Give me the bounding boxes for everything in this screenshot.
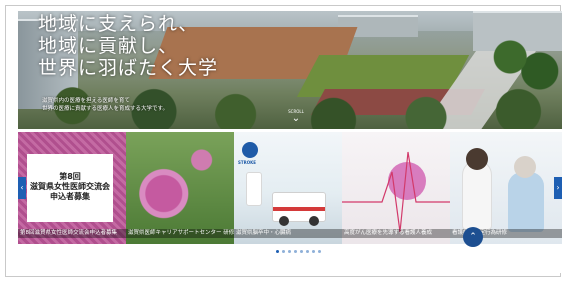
chevron-down-icon: ⌄ <box>291 113 301 124</box>
carousel-slide[interactable]: 第8回 滋賀県女性医師交流会 申込者募集 第8回滋賀県女性医師交流会申込者募集 <box>18 132 126 244</box>
pagination-dot[interactable] <box>312 250 315 253</box>
headline-line-2: 地域に貢献し、 <box>38 35 179 57</box>
headline-line-1: 地域に支えられ、 <box>38 13 199 35</box>
browser-frame: 地域に支えられ、 地域に貢献し、 世界に羽ばたく大学 滋賀県内の医療を担える医師… <box>5 5 562 277</box>
card-line: 申込者募集 <box>50 192 90 201</box>
person-image <box>508 172 544 232</box>
carousel-next-button[interactable]: › <box>554 177 562 199</box>
back-to-top-button[interactable]: ⌃ <box>463 227 483 247</box>
stroke-logo-icon <box>242 142 258 158</box>
person-image <box>466 148 488 170</box>
subcopy-line-2: 世界の医療に貢献する医療人を育成する大学です。 <box>42 106 168 112</box>
pagination-dot[interactable] <box>318 250 321 253</box>
headline-line-3: 世界に羽ばたく大学 <box>38 57 219 79</box>
card-line: 第8回 <box>59 172 81 181</box>
slide-caption: 第8回滋賀県女性医師交流会申込者募集 <box>18 229 126 238</box>
slide-caption: 滋賀県脳卒中・心臓病 <box>234 229 342 238</box>
logo-text: STROKE <box>238 160 256 165</box>
chevron-right-icon: › <box>556 183 560 192</box>
chevron-up-icon: ⌃ <box>469 232 477 242</box>
bottle-image <box>246 172 262 206</box>
carousel-slide[interactable]: 高度がん医療を先導する看護人養成 <box>342 132 450 244</box>
slide-caption: 滋賀県医師キャリアサポートセンター 研修 <box>126 229 234 238</box>
ecg-line-icon <box>342 151 450 233</box>
pagination-dot[interactable] <box>294 250 297 253</box>
slide-caption: 高度がん医療を先導する看護人養成 <box>342 229 450 238</box>
card-line: 滋賀県女性医師交流会 <box>30 182 110 191</box>
slide-card: 第8回 滋賀県女性医師交流会 申込者募集 <box>27 154 113 222</box>
subcopy-line-1: 滋賀県内の医療を担える医師を育て <box>42 98 130 104</box>
pagination-dot[interactable] <box>276 250 279 253</box>
hero-headline: 地域に支えられ、 地域に貢献し、 世界に羽ばたく大学 <box>38 13 218 79</box>
pagination-dot[interactable] <box>288 250 291 253</box>
page: 地域に支えられ、 地域に貢献し、 世界に羽ばたく大学 滋賀県内の医療を担える医師… <box>18 11 562 273</box>
carousel-prev-button[interactable]: ‹ <box>18 177 26 199</box>
hero-banner: 地域に支えられ、 地域に貢献し、 世界に羽ばたく大学 滋賀県内の医療を担える医師… <box>18 11 562 129</box>
person-image <box>514 156 536 178</box>
person-image <box>462 160 492 230</box>
chevron-left-icon: ‹ <box>20 183 24 192</box>
pagination-dot[interactable] <box>300 250 303 253</box>
carousel-slide[interactable]: 看護師の特定行為研修 <box>450 132 562 244</box>
scroll-button[interactable]: SCROLL ⌄ <box>288 109 304 124</box>
news-carousel: 第8回 滋賀県女性医師交流会 申込者募集 第8回滋賀県女性医師交流会申込者募集 … <box>18 132 562 244</box>
carousel-pagination <box>276 250 321 254</box>
pagination-dot[interactable] <box>282 250 285 253</box>
carousel-slide[interactable]: 滋賀県医師キャリアサポートセンター 研修 <box>126 132 234 244</box>
ambulance-image <box>272 192 326 226</box>
pagination-dot[interactable] <box>306 250 309 253</box>
carousel-slide[interactable]: STROKE 滋賀県脳卒中・心臓病 <box>234 132 342 244</box>
hero-subcopy: 滋賀県内の医療を担える医師を育て 世界の医療に貢献する医療人を育成する大学です。 <box>42 97 168 113</box>
